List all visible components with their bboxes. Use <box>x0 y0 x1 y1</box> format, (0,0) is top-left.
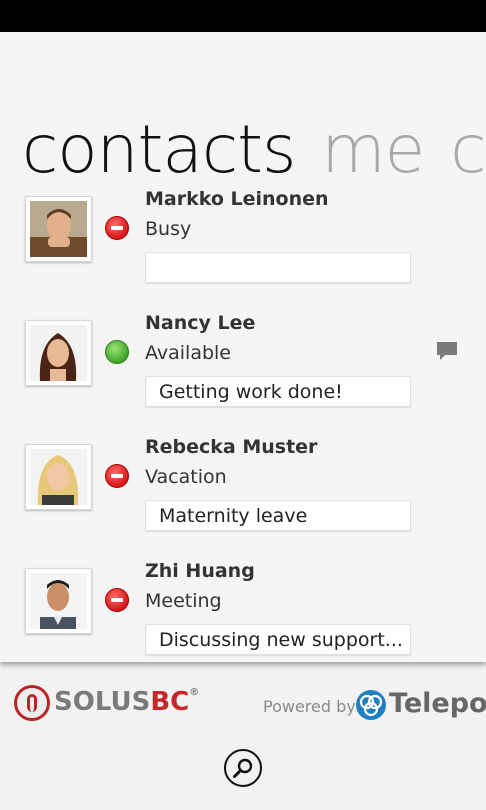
contact-note: Maternity leave <box>145 500 411 531</box>
avatar <box>25 444 92 510</box>
contact-name: Nancy Lee <box>145 312 256 334</box>
contact-status: Meeting <box>145 590 222 612</box>
contact-note: Discussing new support... <box>145 624 411 655</box>
search-button[interactable] <box>224 749 262 787</box>
solusbc-logo: SOLUSBC® <box>14 685 199 723</box>
contact-item[interactable]: Rebecka Muster Vacation Maternity leave <box>0 436 486 554</box>
avatar <box>25 320 92 386</box>
pivot-tab-contacts[interactable]: contacts <box>22 111 296 188</box>
chat-bubble-icon[interactable] <box>435 340 459 362</box>
telepo-logo: Powered by Telepo® <box>263 688 486 724</box>
contact-name: Rebecka Muster <box>145 436 318 458</box>
pivot-tab-chat[interactable]: ch <box>450 111 486 188</box>
presence-busy-icon <box>105 464 129 488</box>
pivot-tab-me[interactable]: me <box>321 111 425 188</box>
contact-status: Busy <box>145 218 192 240</box>
status-bar <box>0 0 486 32</box>
contact-note <box>145 252 411 283</box>
contact-item[interactable]: Nancy Lee Available Getting work done! <box>0 312 486 430</box>
contact-status: Available <box>145 342 232 364</box>
contact-item[interactable]: Markko Leinonen Busy <box>0 188 486 306</box>
solusbc-logo-icon <box>14 685 50 721</box>
presence-busy-icon <box>105 588 129 612</box>
contact-name: Zhi Huang <box>145 560 255 582</box>
telepo-logo-icon <box>356 690 386 720</box>
presence-busy-icon <box>105 216 129 240</box>
presence-available-icon <box>105 340 129 364</box>
contact-name: Markko Leinonen <box>145 188 329 210</box>
avatar <box>25 196 92 262</box>
avatar <box>25 568 92 634</box>
powered-by-label: Powered by <box>263 697 356 716</box>
pivot-header: contacts mech <box>22 110 486 190</box>
contact-note: Getting work done! <box>145 376 411 407</box>
contacts-panel: contacts mech Markko Leinonen Busy Nancy … <box>0 32 486 662</box>
telepo-logo-text: Telepo® <box>389 688 486 719</box>
contact-status: Vacation <box>145 466 227 488</box>
contact-item[interactable]: Zhi Huang Meeting Discussing new support… <box>0 560 486 662</box>
solusbc-logo-text: SOLUSBC® <box>54 687 200 717</box>
search-icon <box>233 758 253 778</box>
